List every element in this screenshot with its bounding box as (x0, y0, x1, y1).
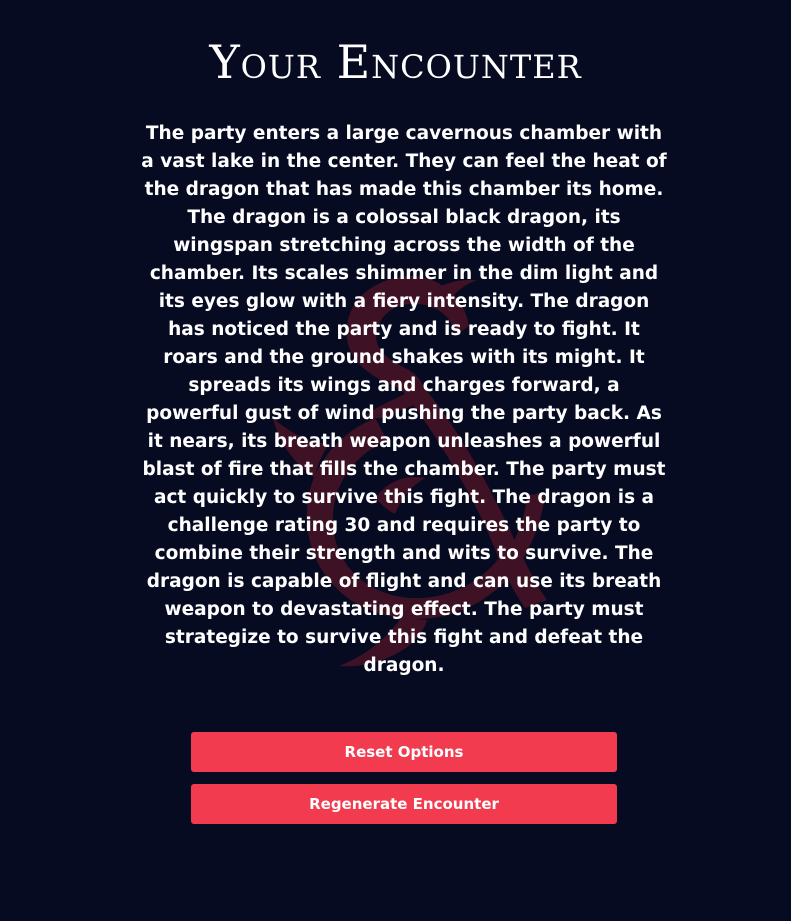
encounter-page: Your Encounter The party enters a large … (0, 0, 791, 921)
encounter-description: The party enters a large cavernous chamb… (141, 123, 667, 676)
reset-options-button[interactable]: Reset Options (191, 732, 617, 772)
regenerate-encounter-button[interactable]: Regenerate Encounter (191, 784, 617, 824)
page-title: Your Encounter (209, 35, 582, 89)
